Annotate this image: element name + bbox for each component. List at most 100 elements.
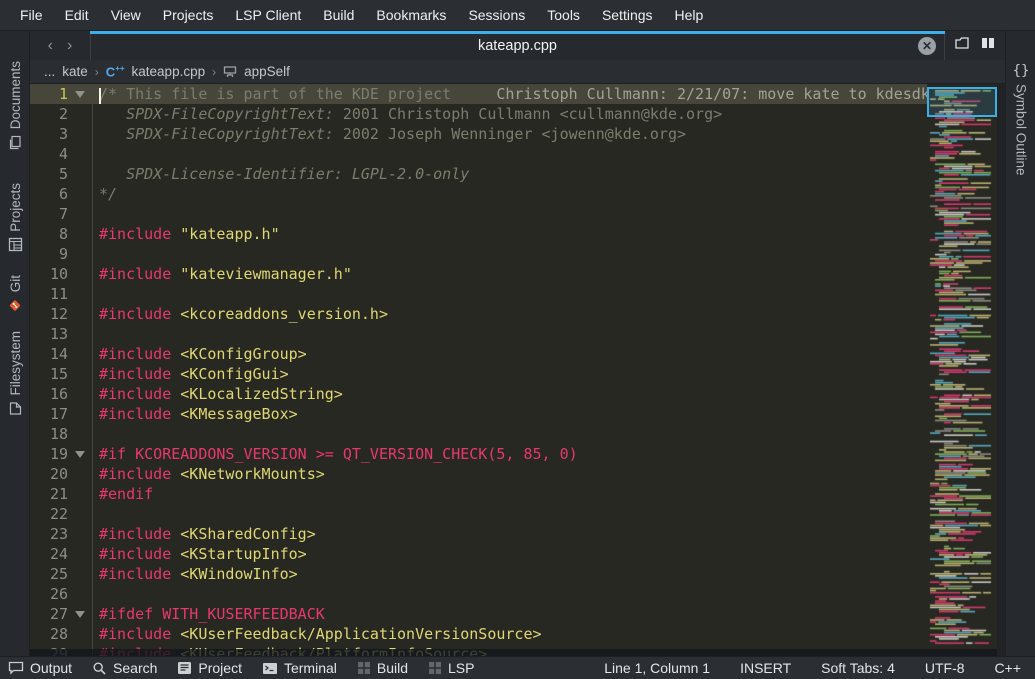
minimap-scrollbar[interactable] [927,86,997,648]
code-line-17[interactable]: 17#include <KMessageBox> [30,404,927,424]
line-number: 20 [30,464,68,484]
code-editor[interactable]: 1/* This file is part of the KDE project… [30,84,1005,656]
split-view-icon[interactable] [980,35,996,56]
code-line-27[interactable]: 27#ifdef WITH_KUSERFEEDBACK [30,604,927,624]
code-text: SPDX-FileCopyrightText: 2002 Joseph Wenn… [92,124,927,144]
code-segment: <KConfigGui> [180,365,288,383]
fold-column [68,384,92,404]
code-line-16[interactable]: 16#include <KLocalizedString> [30,384,927,404]
code-line-9[interactable]: 9 [30,244,927,264]
code-text: #include <KConfigGroup> [92,344,927,364]
breadcrumb-item-kateapp-cpp[interactable]: kateapp.cpp [132,64,206,79]
cursor-position[interactable]: Line 1, Column 1 [604,660,710,676]
tab-kateapp-cpp[interactable]: kateapp.cpp ✕ [90,31,945,60]
code-line-1[interactable]: 1/* This file is part of the KDE project… [30,84,927,104]
minimap-viewport[interactable] [927,87,997,117]
sidebar-item-symbol-outline[interactable]: {} Symbol Outline [1006,63,1035,213]
code-line-11[interactable]: 11 [30,284,927,304]
sidebar-item-label: Filesystem [8,331,23,396]
sidebar-item-label: Symbol Outline [1014,84,1029,176]
sidebar-item-documents[interactable]: Documents [0,61,30,161]
menu-edit[interactable]: Edit [54,0,100,31]
statusbar-panel-search[interactable]: Search [92,660,157,676]
new-document-icon[interactable] [954,35,970,56]
horizontal-scrollbar[interactable] [30,649,1005,656]
code-line-15[interactable]: 15#include <KConfigGui> [30,364,927,384]
tab-close-icon[interactable]: ✕ [918,37,936,55]
code-line-25[interactable]: 25#include <KWindowInfo> [30,564,927,584]
breadcrumb-ellipsis[interactable]: ... [44,64,55,79]
menu-lsp-client[interactable]: LSP Client [224,0,312,31]
back-button[interactable]: ‹ [48,38,53,54]
code-line-23[interactable]: 23#include <KSharedConfig> [30,524,927,544]
menu-projects[interactable]: Projects [152,0,225,31]
code-line-8[interactable]: 8#include "kateapp.h" [30,224,927,244]
sidebar-item-label: Projects [8,183,23,232]
code-text [92,504,927,524]
encoding[interactable]: UTF-8 [925,660,965,676]
fold-column[interactable] [68,444,92,464]
code-segment: Christoph Cullmann: 2/21/07: move kate t… [451,85,927,103]
code-line-3[interactable]: 3 SPDX-FileCopyrightText: 2002 Joseph We… [30,124,927,144]
fold-arrow-icon[interactable] [75,611,85,618]
search-icon [92,661,107,676]
code-line-14[interactable]: 14#include <KConfigGroup> [30,344,927,364]
code-line-12[interactable]: 12#include <kcoreaddons_version.h> [30,304,927,324]
code-line-20[interactable]: 20#include <KNetworkMounts> [30,464,927,484]
statusbar-panel-project[interactable]: Project [177,660,242,676]
line-number: 28 [30,624,68,644]
breadcrumb-item-kate[interactable]: kate [62,64,88,79]
code-segment [99,165,126,183]
breadcrumb-item-appself[interactable]: appSelf [244,64,290,79]
fold-arrow-icon[interactable] [75,451,85,458]
code-line-19[interactable]: 19#if KCOREADDONS_VERSION >= QT_VERSION_… [30,444,927,464]
statusbar-panel-build[interactable]: Build [357,660,408,676]
fold-column [68,304,92,324]
projects-icon [7,237,23,253]
menu-settings[interactable]: Settings [591,0,664,31]
tab-mode[interactable]: Soft Tabs: 4 [821,660,895,676]
code-line-18[interactable]: 18 [30,424,927,444]
statusbar-panel-terminal[interactable]: Terminal [262,660,337,676]
menu-file[interactable]: File [9,0,54,31]
cpp-icon: C++ [106,65,125,78]
code-segment: #include [99,525,180,543]
code-line-13[interactable]: 13 [30,324,927,344]
menu-help[interactable]: Help [664,0,715,31]
menu-bookmarks[interactable]: Bookmarks [365,0,457,31]
code-line-21[interactable]: 21#endif [30,484,927,504]
code-segment: 2001 Christoph Cullmann <cullmann@kde.or… [334,105,722,123]
code-line-5[interactable]: 5 SPDX-License-Identifier: LGPL-2.0-only [30,164,927,184]
code-line-4[interactable]: 4 [30,144,927,164]
code-line-26[interactable]: 26 [30,584,927,604]
statusbar-panel-lsp[interactable]: LSP [428,660,474,676]
language-mode[interactable]: C++ [995,660,1021,676]
menu-tools[interactable]: Tools [536,0,591,31]
forward-button[interactable]: › [67,38,72,54]
line-number: 26 [30,584,68,604]
menu-build[interactable]: Build [312,0,365,31]
fold-column [68,244,92,264]
statusbar-panel-label: Project [198,660,242,676]
menu-sessions[interactable]: Sessions [457,0,536,31]
fold-column[interactable] [68,84,92,104]
code-line-24[interactable]: 24#include <KStartupInfo> [30,544,927,564]
breadcrumb-separator: › [95,65,99,79]
fold-column[interactable] [68,604,92,624]
text-cursor [99,88,101,104]
fold-arrow-icon[interactable] [75,91,85,98]
code-line-28[interactable]: 28#include <KUserFeedback/ApplicationVer… [30,624,927,644]
code-line-22[interactable]: 22 [30,504,927,524]
code-line-7[interactable]: 7 [30,204,927,224]
sidebar-item-git[interactable]: Git [0,275,30,325]
code-line-2[interactable]: 2 SPDX-FileCopyrightText: 2001 Christoph… [30,104,927,124]
code-text [92,284,927,304]
sidebar-item-projects[interactable]: Projects [0,183,30,275]
statusbar-panel-output[interactable]: Output [8,660,72,676]
sidebar-item-filesystem[interactable]: Filesystem [0,331,30,431]
menu-view[interactable]: View [100,0,152,31]
center-area: ‹ › kateapp.cpp ✕ ... kate › C++ kateapp.cpp… [30,31,1005,656]
code-line-6[interactable]: 6*/ [30,184,927,204]
input-mode[interactable]: INSERT [740,660,791,676]
code-line-10[interactable]: 10#include "kateviewmanager.h" [30,264,927,284]
